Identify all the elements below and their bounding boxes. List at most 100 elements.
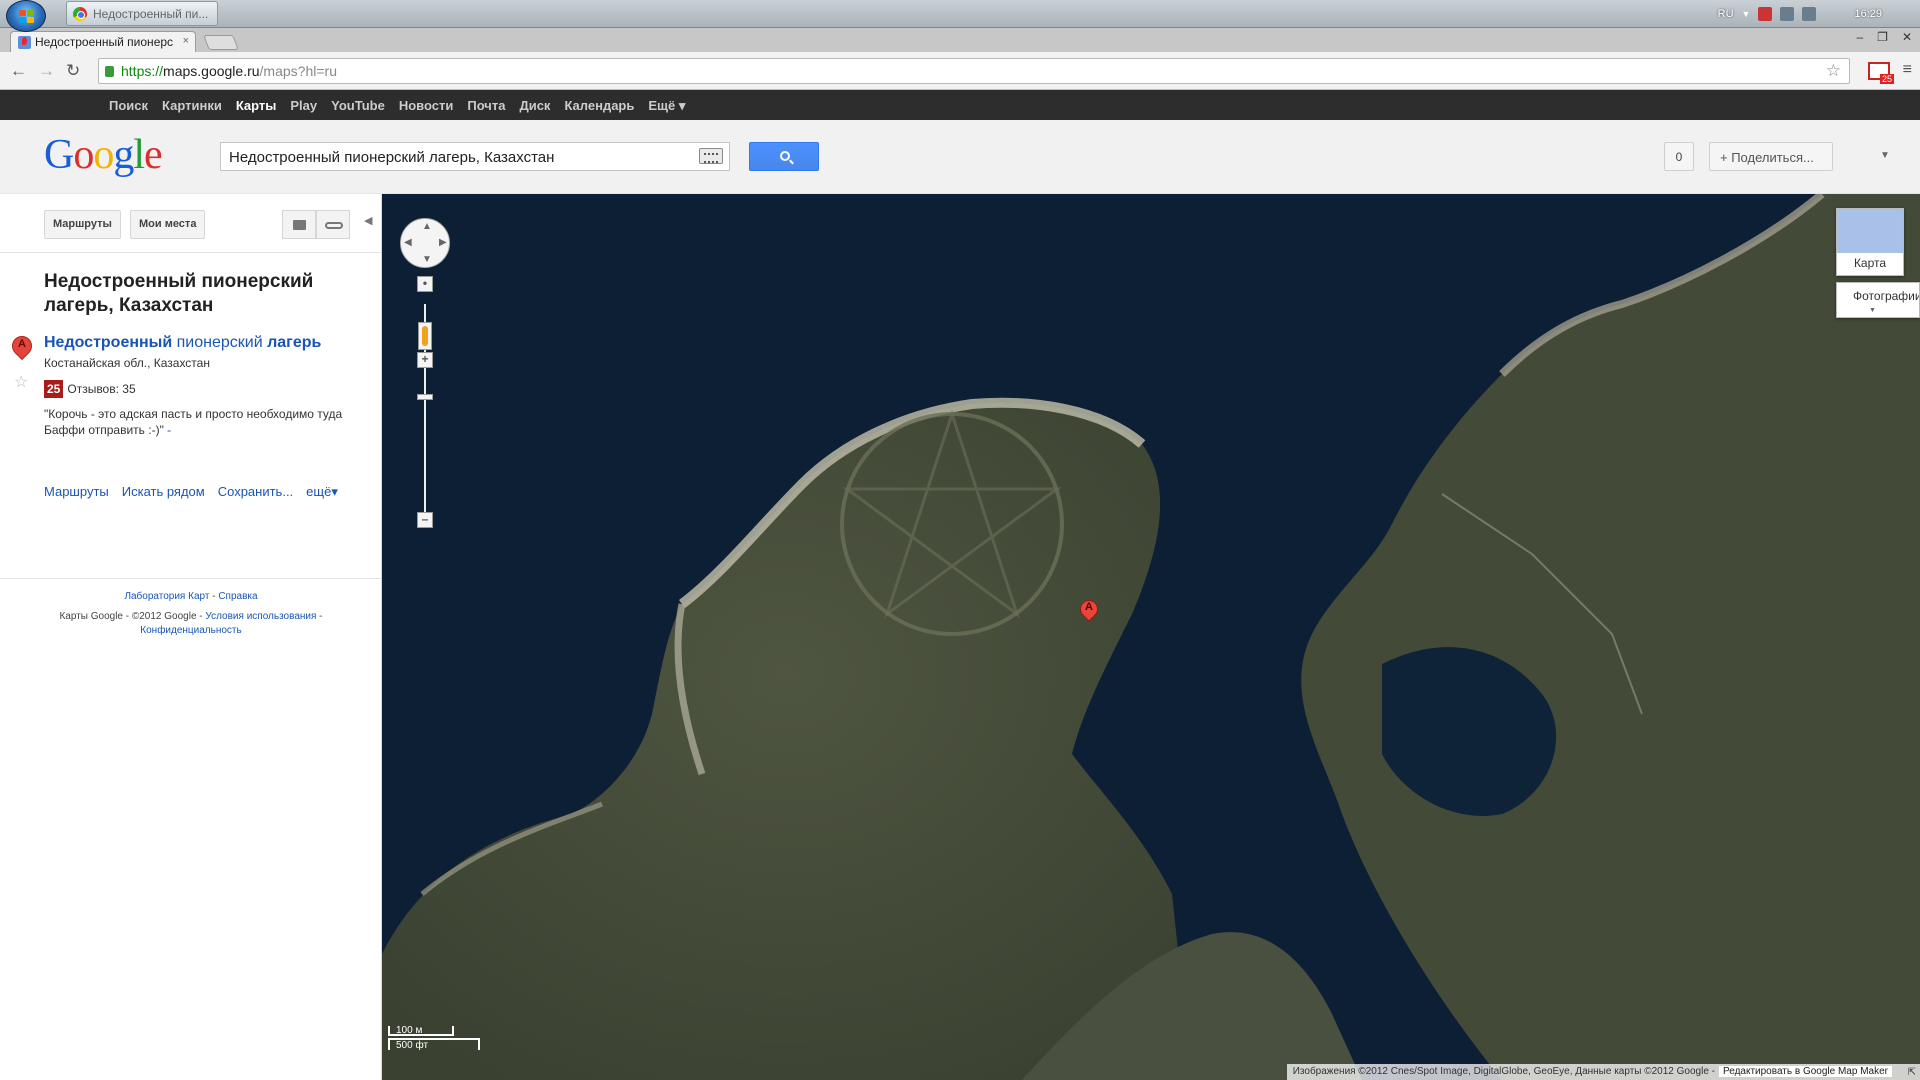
action-search-nearby-link[interactable]: Искать рядом <box>122 484 205 500</box>
gbar-item-mail[interactable]: Почта <box>460 90 512 120</box>
pan-left-icon[interactable]: ◀ <box>404 237 412 248</box>
gmail-extension-icon[interactable]: 25 <box>1868 62 1894 84</box>
tab-close-icon[interactable]: × <box>183 35 189 47</box>
google-logo[interactable]: Google <box>44 131 163 179</box>
satellite-imagery <box>382 194 1920 1080</box>
terms-link[interactable]: Условия использования <box>205 611 316 622</box>
map-marker-icon[interactable]: A <box>1076 596 1102 630</box>
address-bar[interactable]: https://maps.google.ru/maps?hl=ru ☆ <box>98 58 1850 84</box>
zoom-in-button[interactable]: + <box>417 352 433 368</box>
keyboard-icon[interactable] <box>699 148 723 164</box>
share-button[interactable]: + Поделиться... <box>1709 142 1833 171</box>
restore-button[interactable]: ❐ <box>1877 30 1888 44</box>
pan-up-icon[interactable]: ▲ <box>422 221 432 232</box>
result-marker-icon[interactable]: A <box>7 331 37 364</box>
gbar-item-calendar[interactable]: Календарь <box>557 90 641 120</box>
privacy-link[interactable]: Конфиденциальность <box>140 625 241 636</box>
collapse-panel-icon[interactable]: ◀ <box>364 214 372 227</box>
map-type-map-button[interactable]: Карта <box>1836 208 1904 276</box>
url-path: /maps?hl=ru <box>259 63 337 79</box>
gbar-item-search[interactable]: Поиск <box>102 90 155 120</box>
action-directions-link[interactable]: Маршруты <box>44 484 109 500</box>
link-icon <box>325 222 343 229</box>
resize-corner-icon[interactable]: ⇱ <box>1908 1067 1916 1078</box>
pan-down-icon[interactable]: ▼ <box>422 254 432 265</box>
url-scheme: https:// <box>121 63 164 79</box>
gbar-item-images[interactable]: Картинки <box>155 90 229 120</box>
plus-one-count[interactable]: 0 <box>1664 142 1694 171</box>
back-arrow-icon[interactable]: ← <box>10 61 27 81</box>
pan-right-icon[interactable]: ▶ <box>439 237 447 248</box>
browser-toolbar: ← → ↻ https://maps.google.ru/maps?hl=ru … <box>0 52 1920 90</box>
flag-icon[interactable] <box>1758 7 1773 21</box>
scale-metric: 100 м <box>388 1026 454 1036</box>
result-title-link[interactable]: Недостроенный пионерский лагерь <box>44 334 321 352</box>
print-button[interactable] <box>282 210 316 239</box>
taskbar-window-title: Недостроенный пи... <box>93 7 209 21</box>
clock[interactable]: 16:29 <box>1854 8 1882 20</box>
review-snippet-text: "Корочь - это адская пасть и просто необ… <box>44 407 343 437</box>
scale-imperial: 500 фт <box>388 1038 480 1051</box>
tab-title: Недостроенный пионерс <box>35 35 174 49</box>
volume-icon[interactable] <box>1802 7 1817 21</box>
gbar-item-drive[interactable]: Диск <box>512 90 557 120</box>
network-icon[interactable] <box>1780 7 1795 21</box>
zoom-slider-thumb[interactable] <box>417 394 433 400</box>
search-input[interactable]: Недостроенный пионерский лагерь, Казахст… <box>220 142 730 171</box>
map-attribution: Изображения ©2012 Cnes/Spot Image, Digit… <box>1286 1064 1920 1080</box>
divider <box>0 252 382 253</box>
review-snippet-more[interactable]: - <box>164 423 171 437</box>
action-more-link[interactable]: ещё▾ <box>306 484 338 500</box>
satellite-map[interactable]: ▲ ◀ ▶ ▼ • + – Карта Фотографии ▼ A 100 м… <box>382 194 1920 1080</box>
google-bar: Поиск Картинки Карты Play YouTube Новост… <box>0 90 1920 120</box>
pan-control[interactable]: ▲ ◀ ▶ ▼ <box>400 218 450 268</box>
footer-separator: - <box>316 611 323 622</box>
tray-expand-icon[interactable]: ▼ <box>1742 9 1751 19</box>
search-icon <box>780 151 790 161</box>
search-button[interactable] <box>749 142 819 171</box>
logo-letter: G <box>44 132 74 178</box>
action-save-link[interactable]: Сохранить... <box>218 484 293 500</box>
divider <box>0 578 382 579</box>
minimize-button[interactable]: – <box>1856 30 1863 44</box>
chrome-menu-icon[interactable]: ≡ <box>1903 61 1912 79</box>
language-indicator[interactable]: RU <box>1718 8 1734 20</box>
settings-dropdown-icon[interactable]: ▼ <box>1880 150 1890 161</box>
my-places-button[interactable]: Мои места <box>130 210 206 239</box>
taskbar-chrome-window[interactable]: Недостроенный пи... <box>66 1 218 26</box>
help-link[interactable]: Справка <box>218 591 257 602</box>
reset-view-button[interactable]: • <box>417 276 433 292</box>
bookmark-star-icon[interactable]: ☆ <box>1826 61 1841 81</box>
logo-letter: g <box>113 132 134 178</box>
close-window-button[interactable]: ✕ <box>1902 30 1912 44</box>
gbar-item-news[interactable]: Новости <box>392 90 461 120</box>
logo-letter: e <box>144 132 163 178</box>
place-heading: Недостроенный пионерский лагерь, Казахст… <box>44 271 314 316</box>
map-marker-label: A <box>1085 601 1093 613</box>
gbar-item-play[interactable]: Play <box>283 90 324 120</box>
browser-tab[interactable]: Недостроенный пионерс × <box>10 31 196 52</box>
reload-icon[interactable]: ↻ <box>66 61 80 81</box>
result-title-part3: лагерь <box>267 334 322 351</box>
map-type-photos-button[interactable]: Фотографии ▼ <box>1836 282 1920 318</box>
window-controls: – ❐ ✕ <box>1856 30 1912 44</box>
link-button[interactable] <box>316 210 350 239</box>
zoom-out-button[interactable]: – <box>417 512 433 528</box>
gbar-item-maps[interactable]: Карты <box>229 90 284 120</box>
map-type-thumbnail <box>1837 209 1903 253</box>
map-type-map-label: Карта <box>1853 256 1887 270</box>
result-actions: Маршруты Искать рядом Сохранить... ещё▾ <box>44 484 338 500</box>
gbar-item-youtube[interactable]: YouTube <box>324 90 392 120</box>
maps-labs-link[interactable]: Лаборатория Карт <box>124 591 209 602</box>
street-view-pegman-icon[interactable] <box>418 322 432 350</box>
routes-button[interactable]: Маршруты <box>44 210 121 239</box>
new-tab-button[interactable] <box>203 35 239 50</box>
result-marker-label: A <box>18 338 26 350</box>
rating-score-badge: 25 <box>44 380 64 398</box>
edit-in-map-maker-link[interactable]: Редактировать в Google Map Maker <box>1719 1066 1892 1077</box>
save-star-icon[interactable]: ☆ <box>14 372 28 392</box>
start-button[interactable] <box>6 0 46 32</box>
forward-arrow-icon[interactable]: → <box>38 61 55 81</box>
reviews-count[interactable]: Отзывов: 35 <box>67 382 135 396</box>
gbar-item-more[interactable]: Ещё ▾ <box>641 90 692 120</box>
